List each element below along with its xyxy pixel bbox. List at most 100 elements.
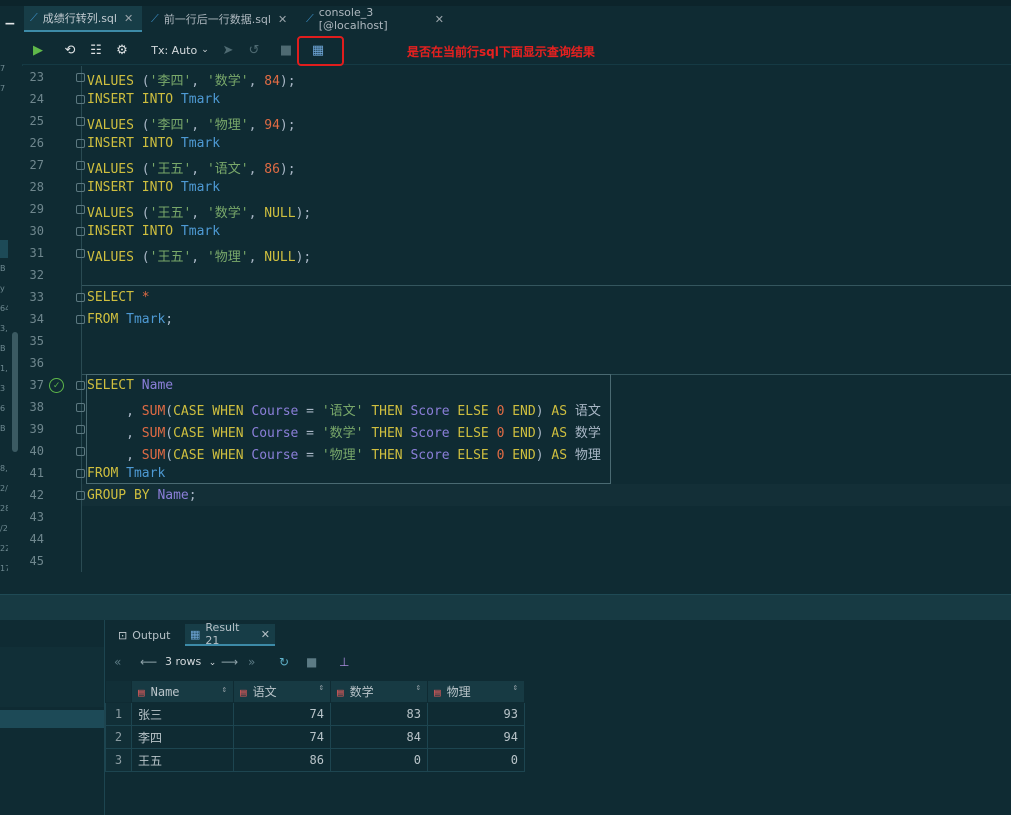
- column-header-wuli[interactable]: ▤ 物理 ⇕: [427, 680, 525, 703]
- fold-marker-icon[interactable]: [76, 95, 85, 104]
- sidebar-selection: [0, 240, 8, 258]
- fold-marker-icon[interactable]: [76, 315, 85, 324]
- close-icon[interactable]: ✕: [261, 628, 270, 641]
- fold-marker-icon[interactable]: [76, 293, 85, 302]
- settings-sliders-icon[interactable]: ☷: [86, 40, 106, 60]
- code-token: Course: [251, 426, 299, 441]
- sidebar-scrollbar[interactable]: [12, 332, 18, 452]
- table-cell[interactable]: 83: [330, 702, 428, 726]
- console-icon: ⊡: [118, 628, 128, 642]
- first-page-icon[interactable]: «: [114, 655, 121, 669]
- code-token: ,: [191, 118, 207, 133]
- commit-icon[interactable]: ➤: [218, 40, 238, 60]
- fold-marker-icon[interactable]: [76, 469, 85, 478]
- code-token: VALUES: [87, 118, 134, 133]
- fold-marker-icon[interactable]: [76, 403, 85, 412]
- code-token: NULL: [264, 206, 296, 221]
- line-number: 28: [29, 180, 44, 194]
- line-number: 42: [29, 488, 44, 502]
- line-number: 37: [29, 378, 44, 392]
- tab-qianyihang-sql[interactable]: ⟋ 前一行后一行数据.sql ✕: [145, 6, 297, 32]
- fold-marker-icon[interactable]: [76, 73, 85, 82]
- next-page-icon[interactable]: ⟶: [221, 655, 238, 669]
- stop-icon[interactable]: ■: [306, 655, 317, 669]
- collapse-icon[interactable]: −: [4, 16, 16, 32]
- fold-marker-icon[interactable]: [76, 491, 85, 500]
- table-cell[interactable]: 86: [233, 748, 331, 772]
- run-icon[interactable]: ▶: [28, 40, 48, 60]
- fold-marker-icon[interactable]: [76, 205, 85, 214]
- code-token: ;: [165, 312, 174, 327]
- close-icon[interactable]: ✕: [435, 13, 444, 26]
- code-line: INSERT INTO Tmark: [87, 180, 220, 195]
- tab-result-21[interactable]: ▦ Result 21 ✕: [185, 621, 275, 647]
- tab-console-3[interactable]: ⟋ console_3 [@localhost] ✕: [300, 6, 450, 32]
- tab-chengji-sql[interactable]: ⟋ 成绩行转列.sql ✕: [24, 6, 142, 32]
- fold-marker-icon[interactable]: [76, 139, 85, 148]
- code-token: END: [504, 448, 536, 463]
- sort-icon[interactable]: ⇕: [513, 683, 518, 693]
- table-row[interactable]: 3 王五 86 0 0: [105, 748, 525, 772]
- pin-icon[interactable]: ⊥: [339, 655, 349, 669]
- history-icon[interactable]: ⟲: [60, 40, 80, 60]
- code-line: INSERT INTO Tmark: [87, 92, 220, 107]
- fold-marker-icon[interactable]: [76, 161, 85, 170]
- column-header-shuxue[interactable]: ▤ 数学 ⇕: [330, 680, 428, 703]
- column-header-yuwen[interactable]: ▤ 语文 ⇕: [233, 680, 331, 703]
- code-token: ): [535, 404, 552, 419]
- table-row[interactable]: 1 张三 74 83 93: [105, 702, 525, 726]
- table-cell[interactable]: 张三: [131, 702, 234, 726]
- code-token: CASE WHEN: [173, 426, 252, 441]
- code-token: );: [295, 250, 312, 265]
- table-cell[interactable]: 0: [330, 748, 428, 772]
- table-cell[interactable]: 94: [427, 725, 525, 749]
- sidebar-fragment: 28: [0, 504, 8, 513]
- gear-icon[interactable]: ⚙: [112, 40, 132, 60]
- fold-marker-icon[interactable]: [76, 249, 85, 258]
- table-cell[interactable]: 93: [427, 702, 525, 726]
- table-cell[interactable]: 0: [427, 748, 525, 772]
- sort-icon[interactable]: ⇕: [222, 685, 227, 695]
- column-label: 数学: [349, 685, 374, 699]
- table-cell[interactable]: 李四: [131, 725, 234, 749]
- sql-editor[interactable]: 23 VALUES ('李四', '数学', 84); 24 INSERT INTO …: [22, 66, 1011, 572]
- sort-icon[interactable]: ⇕: [319, 683, 324, 693]
- tab-output[interactable]: ⊡ Output: [113, 624, 181, 646]
- stop-icon[interactable]: ■: [278, 40, 294, 60]
- last-page-icon[interactable]: »: [248, 655, 255, 669]
- table-cell[interactable]: 74: [233, 702, 331, 726]
- table-row[interactable]: 2 李四 74 84 94: [105, 725, 525, 749]
- prev-page-icon[interactable]: ⟵: [140, 655, 157, 669]
- fold-marker-icon[interactable]: [76, 381, 85, 390]
- code-token: );: [279, 162, 296, 177]
- tab-label: 前一行后一行数据.sql: [163, 13, 271, 26]
- close-icon[interactable]: ✕: [278, 13, 287, 26]
- code-token: VALUES: [87, 206, 134, 221]
- fold-marker-icon[interactable]: [76, 183, 85, 192]
- code-token: ,: [248, 74, 265, 89]
- fold-marker-icon[interactable]: [76, 117, 85, 126]
- fold-marker-icon[interactable]: [76, 425, 85, 434]
- fold-marker-icon[interactable]: [76, 227, 85, 236]
- refresh-icon[interactable]: ↻: [279, 655, 289, 669]
- close-icon[interactable]: ✕: [124, 12, 133, 25]
- table-cell[interactable]: 王五: [131, 748, 234, 772]
- statement-separator: [82, 285, 1011, 286]
- code-token: CASE WHEN: [173, 448, 252, 463]
- column-header-name[interactable]: ▤ Name ⇕: [131, 680, 234, 703]
- tx-mode-dropdown[interactable]: Tx: Auto ⌄: [150, 40, 210, 60]
- table-cell[interactable]: 84: [330, 725, 428, 749]
- grid-icon: ▦: [190, 627, 201, 641]
- code-line: SELECT *: [87, 290, 150, 305]
- sort-icon[interactable]: ⇕: [416, 683, 421, 693]
- rows-dropdown[interactable]: 3 rows ⌄: [165, 655, 216, 668]
- code-token: ): [535, 426, 552, 441]
- code-token: INSERT INTO: [87, 92, 181, 107]
- results-left-band: [0, 647, 104, 707]
- code-token: FROM: [87, 312, 127, 327]
- panel-splitter[interactable]: [0, 594, 1011, 621]
- rollback-icon[interactable]: ↺: [244, 40, 264, 60]
- code-token: '物理': [321, 448, 364, 463]
- fold-marker-icon[interactable]: [76, 447, 85, 456]
- table-cell[interactable]: 74: [233, 725, 331, 749]
